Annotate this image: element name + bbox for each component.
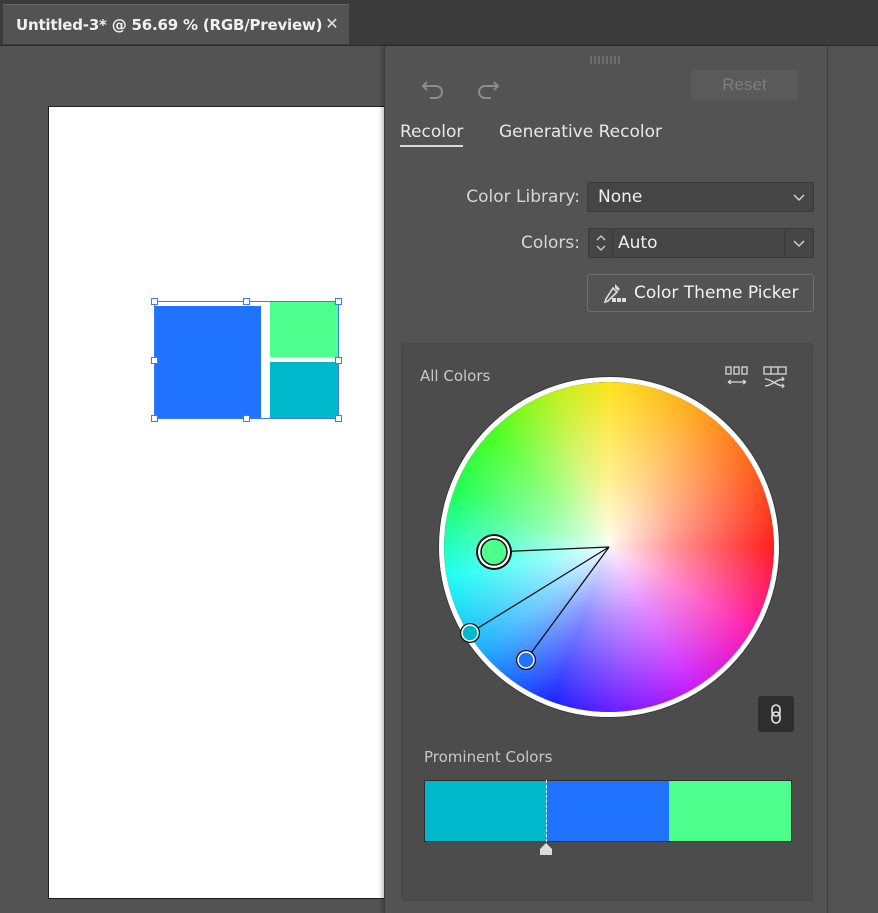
- color-marker[interactable]: [461, 624, 479, 642]
- artboard[interactable]: [48, 106, 388, 899]
- swatch-divider: [546, 780, 547, 842]
- redo-icon[interactable]: [473, 76, 503, 102]
- prominent-colors-bar[interactable]: [424, 780, 792, 842]
- color-theme-picker-label: Color Theme Picker: [634, 283, 799, 303]
- resize-handle-bottom-center[interactable]: [243, 415, 250, 422]
- color-theme-picker-button[interactable]: Color Theme Picker: [587, 274, 814, 312]
- color-library-label: Color Library:: [466, 187, 580, 207]
- resize-handle-top-center[interactable]: [243, 298, 250, 305]
- colors-stepper[interactable]: [588, 228, 612, 258]
- base-color-marker[interactable]: [480, 538, 508, 566]
- resize-handle-bottom-left[interactable]: [151, 415, 158, 422]
- stepper-arrows-icon: [596, 235, 605, 251]
- resize-handle-top-right[interactable]: [335, 298, 342, 305]
- colors-dropdown[interactable]: Auto: [612, 228, 814, 258]
- chevron-down-icon: [793, 240, 805, 248]
- prominent-swatch[interactable]: [425, 781, 547, 841]
- color-library-value: None: [598, 187, 643, 207]
- color-wheel[interactable]: [439, 377, 779, 717]
- resize-handle-top-left[interactable]: [151, 298, 158, 305]
- color-marker[interactable]: [517, 651, 535, 669]
- document-tab[interactable]: Untitled-3* @ 56.69 % (RGB/Preview) ✕: [3, 4, 349, 44]
- shape-top-right-rect[interactable]: [270, 302, 339, 357]
- eyedropper-icon: [603, 284, 626, 304]
- shape-large-square[interactable]: [155, 306, 261, 419]
- chevron-down-icon: [793, 194, 805, 202]
- panel-drag-grip[interactable]: [590, 56, 622, 64]
- prominent-swatch[interactable]: [669, 781, 791, 841]
- tab-generative-recolor[interactable]: Generative Recolor: [499, 122, 662, 142]
- colors-value: Auto: [618, 233, 658, 253]
- close-icon[interactable]: ✕: [323, 14, 341, 34]
- document-tab-title: Untitled-3* @ 56.69 % (RGB/Preview): [16, 15, 323, 34]
- prominent-swatch[interactable]: [547, 781, 669, 841]
- colors-label: Colors:: [521, 233, 580, 253]
- undo-icon[interactable]: [418, 76, 448, 102]
- resize-handle-middle-left[interactable]: [151, 357, 158, 364]
- swatch-slider-handle[interactable]: [538, 842, 554, 856]
- prominent-colors-label: Prominent Colors: [424, 748, 553, 766]
- resize-handle-bottom-right[interactable]: [335, 415, 342, 422]
- recolor-panel: Reset Recolor Generative Recolor Color L…: [384, 46, 828, 913]
- reset-button[interactable]: Reset: [691, 70, 798, 100]
- link-icon[interactable]: [758, 696, 794, 732]
- color-library-dropdown[interactable]: None: [587, 182, 814, 212]
- shape-bottom-right-rect[interactable]: [270, 362, 339, 419]
- all-colors-section: All Colors Prominent Colors: [401, 343, 813, 901]
- resize-handle-middle-right[interactable]: [335, 357, 342, 364]
- document-tab-bar: Untitled-3* @ 56.69 % (RGB/Preview) ✕: [0, 0, 878, 46]
- color-wheel-markers: [460, 534, 610, 670]
- tab-recolor[interactable]: Recolor: [400, 122, 464, 147]
